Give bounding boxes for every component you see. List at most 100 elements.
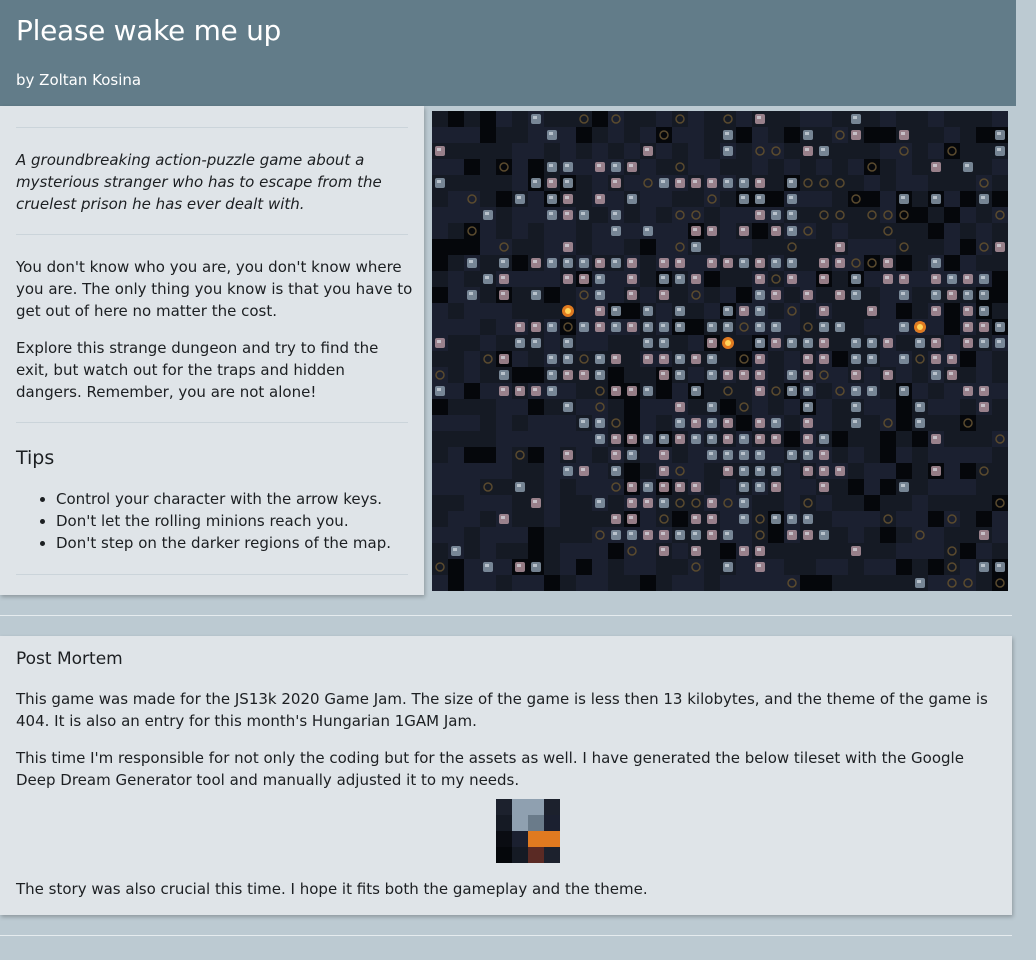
tileset-graphic <box>496 799 560 863</box>
dungeon-tile <box>848 399 864 415</box>
dungeon-tile <box>624 463 640 479</box>
game-canvas[interactable] <box>432 111 1008 591</box>
dungeon-tile <box>496 287 512 303</box>
dungeon-tile <box>928 447 944 463</box>
dungeon-tile <box>880 207 896 223</box>
dungeon-tile <box>640 255 656 271</box>
dungeon-tile <box>912 159 928 175</box>
dungeon-tile <box>768 479 784 495</box>
dungeon-tile <box>512 527 528 543</box>
dungeon-tile <box>592 463 608 479</box>
dungeon-tile <box>640 127 656 143</box>
dungeon-tile <box>688 207 704 223</box>
dungeon-tile <box>656 367 672 383</box>
dungeon-tile <box>960 367 976 383</box>
dungeon-tile <box>992 399 1008 415</box>
dungeon-tile <box>672 287 688 303</box>
dungeon-tile <box>880 239 896 255</box>
dungeon-tile <box>560 223 576 239</box>
dungeon-tile <box>672 351 688 367</box>
dungeon-tile <box>656 399 672 415</box>
dungeon-tile <box>720 191 736 207</box>
dungeon-tile <box>880 111 896 127</box>
dungeon-tile <box>784 127 800 143</box>
dungeon-tile <box>448 191 464 207</box>
dungeon-tile <box>624 415 640 431</box>
dungeon-tile <box>768 415 784 431</box>
dungeon-tile <box>912 527 928 543</box>
dungeon-tile <box>448 511 464 527</box>
dungeon-tile <box>448 479 464 495</box>
dungeon-tile <box>704 575 720 591</box>
dungeon-tile <box>640 495 656 511</box>
dungeon-tile <box>640 111 656 127</box>
dungeon-tile <box>928 511 944 527</box>
dungeon-tile <box>720 223 736 239</box>
dungeon-tile <box>992 159 1008 175</box>
dungeon-tile <box>464 495 480 511</box>
dungeon-tile <box>944 447 960 463</box>
dungeon-tile <box>768 431 784 447</box>
dungeon-tile <box>816 127 832 143</box>
dungeon-tile <box>576 127 592 143</box>
tileset-cell <box>544 831 560 847</box>
dungeon-tile <box>784 271 800 287</box>
dungeon-tile <box>720 479 736 495</box>
dungeon-tile <box>560 127 576 143</box>
dungeon-tile <box>480 239 496 255</box>
dungeon-tile <box>800 479 816 495</box>
dungeon-tile <box>992 543 1008 559</box>
dungeon-tile <box>880 159 896 175</box>
postmortem-panel: Post Mortem This game was made for the J… <box>0 636 1012 915</box>
dungeon-tile <box>864 511 880 527</box>
dungeon-tile <box>576 111 592 127</box>
dungeon-tile <box>544 495 560 511</box>
dungeon-tile <box>608 447 624 463</box>
tileset-cell <box>528 847 544 863</box>
dungeon-tile <box>480 159 496 175</box>
dungeon-tile <box>800 175 816 191</box>
dungeon-tile <box>960 271 976 287</box>
page-header: Please wake me up by Zoltan Kosina <box>0 0 1016 106</box>
dungeon-tile <box>480 383 496 399</box>
dungeon-tile <box>624 127 640 143</box>
dungeon-tile <box>832 207 848 223</box>
dungeon-tile <box>944 127 960 143</box>
dungeon-tile <box>480 127 496 143</box>
dungeon-tile <box>720 175 736 191</box>
dungeon-tile <box>864 207 880 223</box>
dungeon-tile <box>640 367 656 383</box>
dungeon-tile <box>912 175 928 191</box>
dungeon-tile <box>656 463 672 479</box>
dungeon-tile <box>672 223 688 239</box>
dungeon-tile <box>864 351 880 367</box>
dungeon-tile <box>752 511 768 527</box>
dungeon-tile <box>912 399 928 415</box>
dungeon-tile <box>928 335 944 351</box>
dungeon-tile <box>624 447 640 463</box>
dungeon-tile <box>736 447 752 463</box>
dungeon-tile <box>912 239 928 255</box>
dungeon-tile <box>480 271 496 287</box>
dungeon-tile <box>544 159 560 175</box>
dungeon-tile <box>784 415 800 431</box>
dungeon-tile <box>880 255 896 271</box>
dungeon-tile <box>848 495 864 511</box>
tileset-cell <box>512 847 528 863</box>
dungeon-tile <box>736 207 752 223</box>
dungeon-tile <box>784 303 800 319</box>
dungeon-tile <box>832 111 848 127</box>
dungeon-tile <box>736 543 752 559</box>
dungeon-tile <box>800 223 816 239</box>
dungeon-tile <box>544 511 560 527</box>
dungeon-tile <box>528 239 544 255</box>
dungeon-tile <box>672 527 688 543</box>
dungeon-tile <box>688 127 704 143</box>
dungeon-tile <box>624 319 640 335</box>
dungeon-tile <box>576 191 592 207</box>
dungeon-tile <box>480 463 496 479</box>
dungeon-tile <box>592 543 608 559</box>
dungeon-tile <box>592 143 608 159</box>
dungeon-tile <box>448 319 464 335</box>
dungeon-tile <box>656 191 672 207</box>
